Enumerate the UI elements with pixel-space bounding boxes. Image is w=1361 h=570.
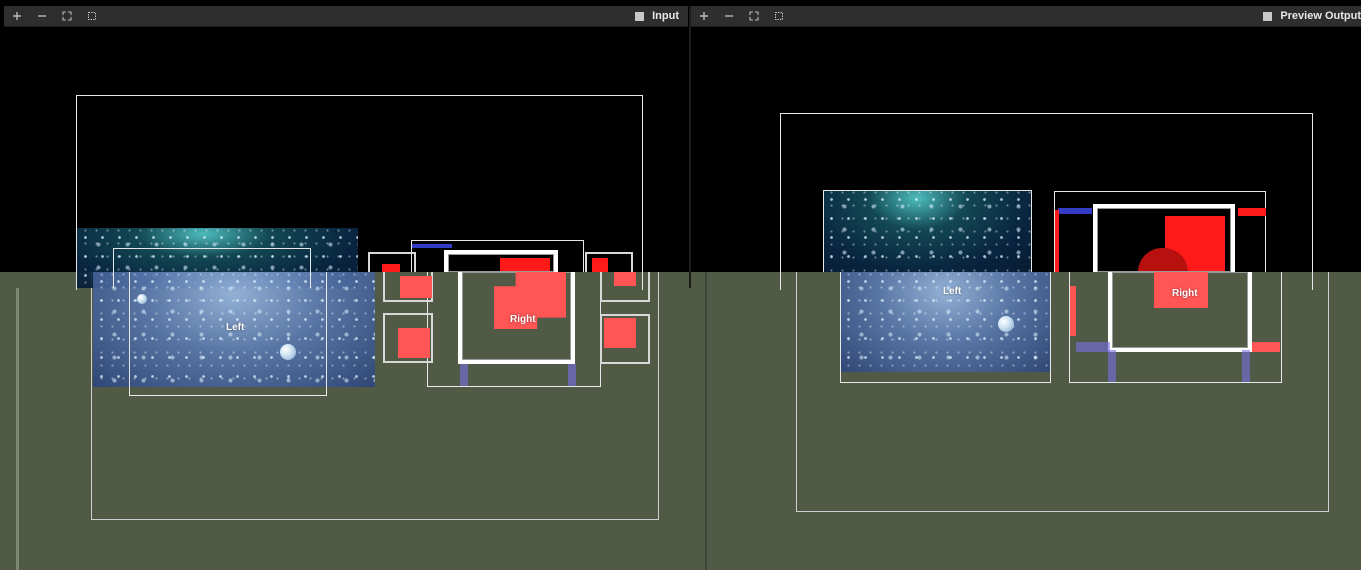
zoom-out-icon[interactable] xyxy=(722,9,736,23)
app-window: Input Preview Output Left Right Left Rig… xyxy=(0,0,1361,570)
panel-divider[interactable] xyxy=(689,6,691,288)
preview-panel-toolbar: Preview Output xyxy=(691,6,1361,27)
left-edge-guide xyxy=(16,288,19,570)
right-output-frame-lower xyxy=(1069,272,1282,383)
input-panel-title: Input xyxy=(652,10,679,22)
right-output-frame-upper xyxy=(1054,191,1266,272)
fit-icon[interactable] xyxy=(747,9,761,23)
blue-edge-bar xyxy=(1076,342,1110,352)
zoom-in-icon[interactable] xyxy=(10,9,24,23)
blue-edge-bar xyxy=(1058,208,1092,214)
actual-size-icon[interactable] xyxy=(85,9,99,23)
fit-icon[interactable] xyxy=(60,9,74,23)
input-panel-toolbar: Input xyxy=(4,6,688,27)
preview-panel-title: Preview Output xyxy=(1280,10,1361,22)
thumbnail-red xyxy=(604,318,636,348)
zoom-out-icon[interactable] xyxy=(35,9,49,23)
left-output-label: Left xyxy=(943,286,962,297)
red-edge-bar xyxy=(1070,286,1076,336)
blue-edge-bar xyxy=(1108,350,1116,382)
left-output-frame-upper xyxy=(823,190,1032,272)
thumbnail-red xyxy=(400,276,432,298)
panel-color-swatch xyxy=(1263,11,1273,21)
zoom-in-icon[interactable] xyxy=(697,9,711,23)
left-image-label: Left xyxy=(226,322,245,333)
red-edge-bar xyxy=(1055,210,1059,272)
thumbnail-red xyxy=(592,258,608,272)
blue-edge-bar xyxy=(1242,350,1250,382)
blue-edge-bar xyxy=(568,364,576,386)
panel-color-swatch xyxy=(635,11,645,21)
thumbnail-red xyxy=(398,328,430,358)
thumbnail-red xyxy=(614,272,636,286)
blue-edge-bar xyxy=(412,244,452,248)
thumbnail-red xyxy=(382,264,400,272)
blue-edge-bar xyxy=(460,364,468,386)
red-edge-bar xyxy=(1252,342,1280,352)
lower-panel-divider xyxy=(705,272,707,570)
actual-size-icon[interactable] xyxy=(772,9,786,23)
left-image-crop-frame[interactable] xyxy=(129,272,327,396)
red-edge-bar xyxy=(1238,208,1266,216)
